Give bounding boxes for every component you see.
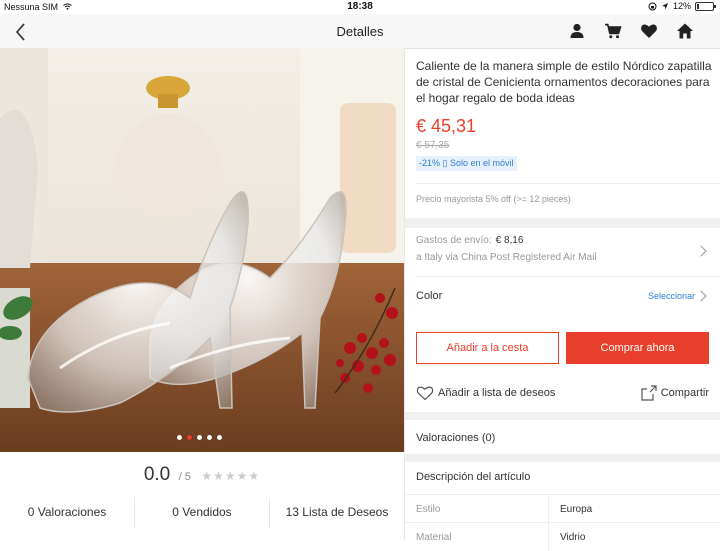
spec-row: Material Vidrio [405, 522, 720, 551]
pager-dot-active[interactable] [187, 435, 192, 440]
gallery-pager[interactable] [177, 435, 222, 440]
heart-outline-icon [416, 386, 434, 401]
sold-count: 0 Vendidos [135, 498, 270, 528]
lock-rotation-icon [648, 2, 657, 10]
wishlist-count: 13 Lista de Deseos [285, 505, 389, 519]
add-to-wishlist-button[interactable]: Añadir a lista de deseos [416, 385, 555, 401]
reviews-section-title: Valoraciones (0) [416, 432, 496, 444]
share-button[interactable]: Compartir [641, 385, 709, 401]
color-label: Color [416, 290, 443, 302]
pager-dot[interactable] [197, 435, 202, 440]
shipping-cost: € 8,16 [495, 235, 524, 246]
color-selector-row[interactable]: Color Seleccionar [405, 280, 720, 310]
chevron-right-icon [695, 245, 707, 257]
spec-row: Estilo Europa [405, 494, 720, 523]
divider [416, 276, 720, 277]
divider [416, 183, 720, 184]
product-stats: 0 Valoraciones 0 Vendidos 13 Lista de De… [0, 498, 404, 528]
shipping-route: a Italy via China Post Registered Air Ma… [416, 252, 597, 263]
clock: 18:38 [347, 1, 373, 12]
battery-percent: 12% [672, 1, 691, 11]
user-icon[interactable] [568, 22, 586, 40]
pager-dot[interactable] [207, 435, 212, 440]
current-price: € 45,31 [416, 116, 477, 136]
status-bar: Nessuna SIM 18:38 12% [0, 0, 720, 14]
spec-value: Vidrio [560, 532, 586, 543]
rating-scale: / 5 [178, 471, 191, 483]
mobile-discount-badge: -21% ▯ Solo en el móvil [416, 156, 517, 171]
product-image[interactable] [0, 48, 404, 452]
pager-dot[interactable] [217, 435, 222, 440]
divider [548, 495, 549, 523]
add-to-cart-button[interactable]: Añadir a la cesta [416, 332, 559, 364]
original-price: € 57,35 [416, 140, 450, 151]
heart-icon[interactable] [640, 22, 658, 40]
color-select-link[interactable]: Seleccionar [648, 291, 695, 301]
star-rating-icon: ★★★★★ [201, 469, 261, 483]
wishlist-label: Añadir a lista de deseos [438, 387, 556, 399]
location-icon [661, 3, 668, 10]
spec-key: Material [416, 532, 452, 543]
section-gap [405, 454, 720, 462]
description-section[interactable]: Descripción del artículo [405, 462, 720, 496]
navbar-actions [568, 22, 694, 40]
rating-summary: 0.0 / 5 ★★★★★ [0, 464, 404, 494]
battery-icon [695, 1, 716, 11]
shipping-cost-line: Gastos de envío: € 8,16 [416, 235, 523, 246]
shipping-label: Gastos de envío: [416, 235, 492, 246]
buy-now-button[interactable]: Comprar ahora [566, 332, 709, 364]
section-gap [405, 218, 720, 228]
home-icon[interactable] [676, 22, 694, 40]
product-title: Caliente de la manera simple de estilo N… [416, 59, 712, 105]
wholesale-price-note: Precio mayorista 5% off (>= 12 pieces) [416, 194, 571, 204]
cart-icon[interactable] [604, 22, 622, 40]
rating-score: 0.0 [143, 464, 171, 485]
shipping-row[interactable]: Gastos de envío: € 8,16 a Italy via China… [405, 228, 720, 276]
chevron-right-icon [695, 290, 707, 302]
divider [548, 523, 549, 551]
share-label: Compartir [660, 387, 709, 399]
status-right: 12% [648, 1, 716, 11]
glass-slippers-photo [0, 48, 404, 452]
reviews-section[interactable]: Valoraciones (0) [405, 420, 720, 454]
share-icon [641, 385, 657, 401]
pager-dot[interactable] [177, 435, 182, 440]
navigation-bar: Detalles [0, 14, 720, 49]
spec-value: Europa [560, 504, 593, 515]
reviews-count[interactable]: 0 Valoraciones [0, 498, 135, 528]
description-title: Descripción del artículo [416, 471, 531, 483]
spec-key: Estilo [416, 504, 441, 515]
product-detail-panel: Caliente de la manera simple de estilo N… [404, 48, 720, 551]
section-gap [405, 412, 720, 420]
